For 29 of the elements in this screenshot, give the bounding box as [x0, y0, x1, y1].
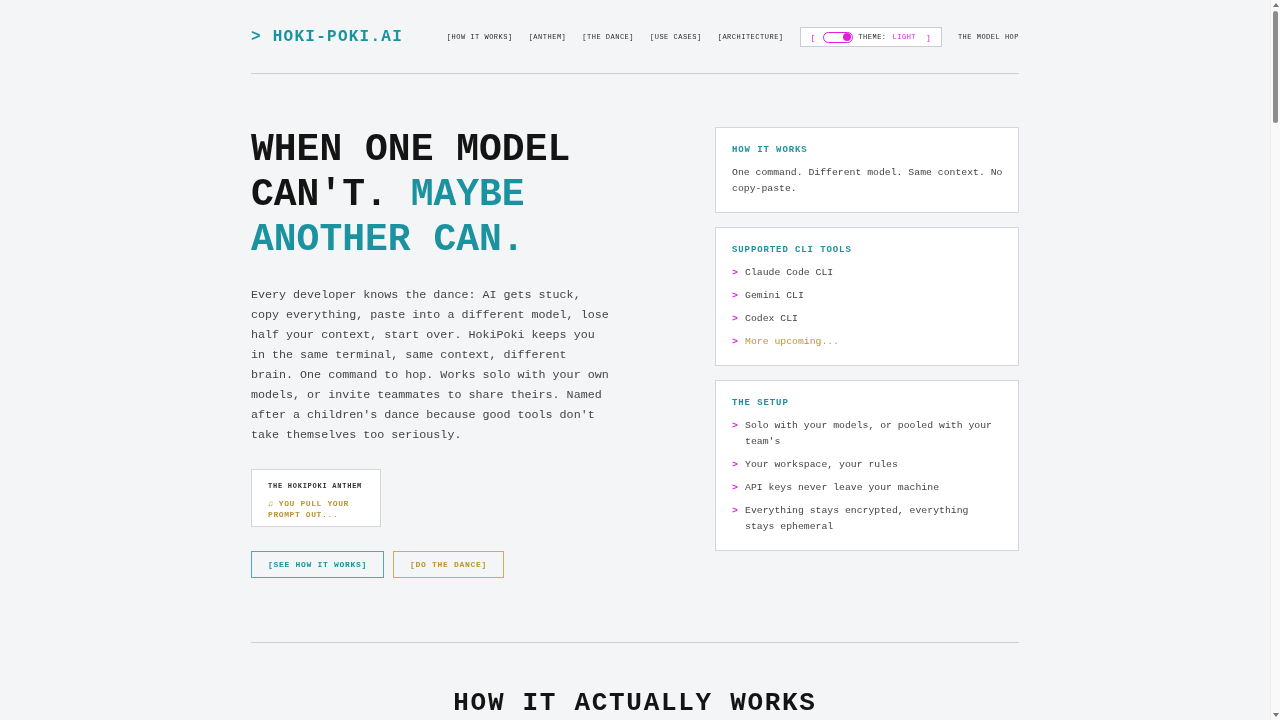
bullet-marker: >	[732, 335, 739, 349]
scrollbar-thumb[interactable]	[1273, 11, 1278, 123]
bullet-marker: >	[732, 289, 739, 303]
hero-description: Every developer knows the dance: AI gets stuck, copy everything, paste into a different model, lose half your context, start over. HokiPoki keeps you in the same terminal, same context, different brain. One command to hop. Works solo with your own models, or invite teammates to share theirs. Named after a children's dance because good tools don't take themselves too seriously.	[251, 287, 610, 444]
scroll-up-arrow-icon[interactable]	[1272, 3, 1279, 7]
hero-heading: WHEN ONE MODEL CAN'T. MAYBE ANOTHER CAN.	[251, 127, 572, 262]
bullet-marker: >	[732, 419, 739, 433]
anthem-lyric: ♫ YOU PULL YOUR PROMPT OUT...	[268, 498, 350, 520]
list-item-text: More upcoming...	[745, 335, 840, 349]
list-item-text: Solo with your models, or pooled with your team's	[745, 419, 993, 449]
list-item-text: Your workspace, your rules	[745, 458, 898, 472]
bullet-marker: >	[732, 312, 739, 326]
list-item-text: Everything stays encrypted, everything stays ephemeral	[745, 504, 970, 534]
bullet-marker: >	[732, 458, 739, 472]
card-title: SUPPORTED CLI TOOLS	[732, 244, 853, 257]
bullet-marker: >	[732, 266, 739, 280]
list-item-text: Gemini CLI	[745, 289, 804, 303]
list-item-text: Codex CLI	[745, 312, 798, 326]
close-bracket: ]	[926, 32, 931, 42]
card-title: HOW IT WORKS	[732, 144, 809, 157]
bullet-marker: >	[732, 481, 739, 495]
open-bracket: [	[810, 32, 816, 42]
bullet-marker: >	[732, 504, 739, 518]
scroll-down-arrow-icon[interactable]	[1272, 713, 1279, 717]
list-item-text: API keys never leave your machine	[745, 481, 939, 495]
card-title: THE SETUP	[732, 397, 790, 410]
section-heading: HOW IT ACTUALLY WORKS	[453, 689, 817, 717]
card-text: One command. Different model. Same context. No copy-paste.	[732, 166, 1004, 196]
list-item-text: Claude Code CLI	[745, 266, 834, 280]
